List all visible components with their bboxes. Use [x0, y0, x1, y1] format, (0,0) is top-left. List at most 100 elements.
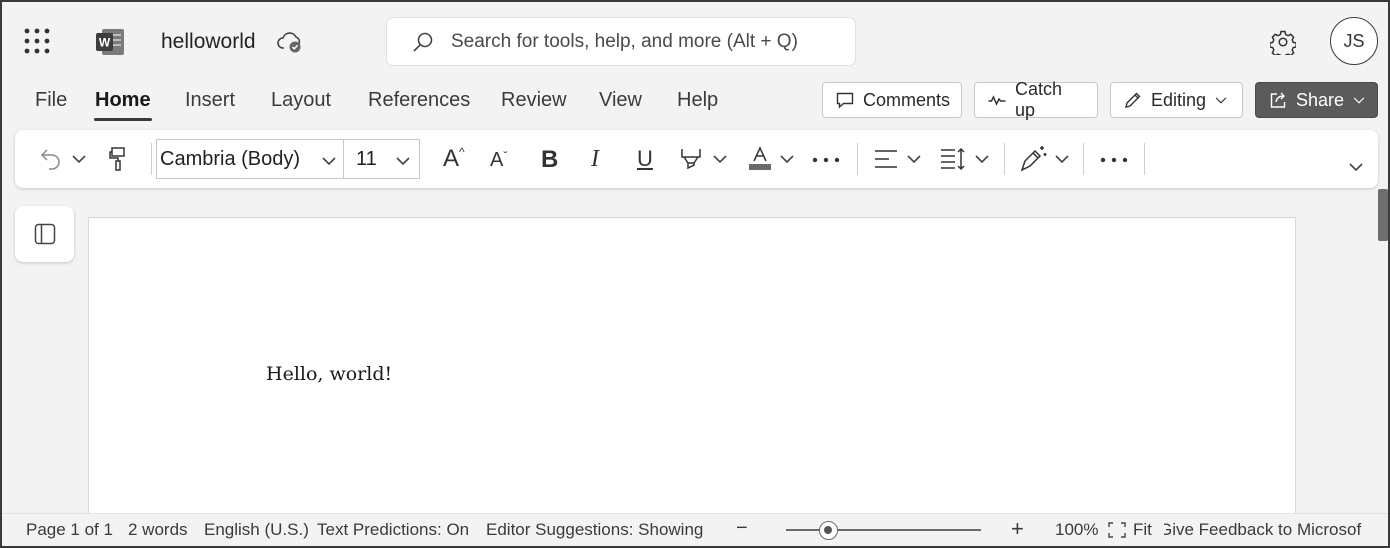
- tab-layout[interactable]: Layout: [271, 89, 331, 112]
- vertical-scrollbar-thumb[interactable]: [1378, 189, 1388, 241]
- align-left-icon: [875, 150, 897, 168]
- navigation-pane-icon: [34, 223, 55, 245]
- word-count[interactable]: 2 words: [128, 520, 188, 540]
- tab-view[interactable]: View: [599, 89, 642, 112]
- shrink-font-button[interactable]: Aˇ: [490, 149, 507, 172]
- chevron-down-icon: [1055, 155, 1069, 164]
- give-feedback-link[interactable]: Give Feedback to Microsof: [1164, 520, 1361, 540]
- settings-gear-icon[interactable]: [1270, 29, 1296, 55]
- chevron-down-icon: [780, 155, 794, 164]
- format-painter-button[interactable]: [107, 146, 129, 172]
- editor-suggestions-status[interactable]: Editor Suggestions: Showing: [486, 520, 703, 540]
- comment-icon: [836, 92, 854, 109]
- font-size-select[interactable]: 11: [343, 139, 420, 179]
- comments-label: Comments: [863, 89, 951, 110]
- zoom-in-button[interactable]: +: [1011, 516, 1024, 542]
- bold-button[interactable]: B: [541, 146, 558, 174]
- search-placeholder: Search for tools, help, and more (Alt + …: [451, 30, 798, 52]
- search-box[interactable]: Search for tools, help, and more (Alt + …: [387, 18, 855, 65]
- chevron-down-icon: [322, 157, 336, 166]
- font-color-button[interactable]: [748, 145, 772, 171]
- font-name-select[interactable]: Cambria (Body): [156, 139, 344, 179]
- chevron-down-icon: [907, 155, 921, 164]
- tab-help[interactable]: Help: [677, 89, 718, 112]
- undo-icon: [40, 149, 60, 170]
- undo-dropdown[interactable]: [71, 152, 87, 166]
- caret-down-icon: ˇ: [503, 149, 508, 163]
- share-label: Share: [1296, 89, 1345, 110]
- tab-file[interactable]: File: [35, 89, 67, 112]
- font-size-value: 11: [356, 147, 377, 170]
- align-button[interactable]: [873, 148, 899, 170]
- grow-font-label: A: [443, 145, 460, 172]
- chevron-down-icon: [713, 155, 727, 164]
- share-button[interactable]: Share: [1255, 82, 1378, 118]
- more-font-options-button[interactable]: [812, 157, 840, 163]
- caret-up-icon: ^: [459, 145, 465, 159]
- navigation-pane-button[interactable]: [15, 206, 74, 262]
- svg-text:W: W: [99, 36, 111, 50]
- line-spacing-dropdown[interactable]: [974, 152, 990, 166]
- fit-icon: [1108, 522, 1126, 538]
- chevron-down-icon: [72, 155, 86, 164]
- tab-references[interactable]: References: [368, 89, 470, 112]
- editing-label: Editing: [1151, 89, 1207, 110]
- app-launcher-icon[interactable]: [24, 28, 50, 54]
- shrink-font-label: A: [490, 149, 504, 171]
- highlight-button[interactable]: [679, 146, 703, 172]
- highlighter-icon: [681, 149, 701, 170]
- styles-button[interactable]: [1019, 144, 1049, 172]
- activity-icon: [988, 95, 1006, 106]
- document-page[interactable]: Hello, world!: [88, 217, 1296, 517]
- catch-up-label: Catch up: [1015, 79, 1063, 120]
- comments-button[interactable]: Comments: [822, 82, 962, 118]
- chevron-down-icon: [975, 155, 989, 164]
- zoom-slider-thumb[interactable]: [819, 521, 839, 540]
- status-bar: Page 1 of 1 2 words English (U.S.) Text …: [2, 513, 1388, 546]
- chevron-down-icon: [1349, 163, 1363, 172]
- tab-home[interactable]: Home: [95, 89, 151, 112]
- active-tab-indicator: [94, 118, 152, 121]
- user-avatar[interactable]: JS: [1330, 17, 1378, 65]
- page-count[interactable]: Page 1 of 1: [26, 520, 113, 540]
- underline-button[interactable]: U: [637, 146, 653, 172]
- undo-button[interactable]: [39, 147, 63, 171]
- search-icon: [411, 30, 435, 54]
- pencil-icon: [1125, 92, 1141, 108]
- share-icon: [1270, 92, 1286, 108]
- home-ribbon: Cambria (Body) 11 A^ Aˇ B I U: [15, 130, 1378, 188]
- highlight-dropdown[interactable]: [712, 152, 728, 166]
- chevron-down-icon: [1215, 97, 1227, 104]
- expand-ribbon-button[interactable]: [1348, 160, 1364, 174]
- magic-wand-icon: [1020, 146, 1047, 172]
- line-spacing-icon: [941, 147, 965, 171]
- font-color-icon: [749, 146, 771, 170]
- more-icon: [1100, 157, 1128, 163]
- zoom-level[interactable]: 100%: [1055, 520, 1098, 540]
- font-color-dropdown[interactable]: [779, 152, 795, 166]
- tab-insert[interactable]: Insert: [185, 89, 235, 112]
- text-predictions-status[interactable]: Text Predictions: On: [317, 520, 469, 540]
- document-body-text[interactable]: Hello, world!: [266, 363, 392, 385]
- language-indicator[interactable]: English (U.S.): [204, 520, 309, 540]
- font-name-value: Cambria (Body): [160, 147, 301, 170]
- italic-button[interactable]: I: [591, 146, 599, 173]
- tab-review[interactable]: Review: [501, 89, 567, 112]
- cloud-saved-icon[interactable]: [276, 28, 304, 56]
- document-title[interactable]: helloworld: [161, 30, 256, 54]
- chevron-down-icon: [396, 157, 410, 166]
- grow-font-button[interactable]: A^: [443, 145, 465, 173]
- chevron-down-icon: [1353, 97, 1365, 104]
- line-spacing-button[interactable]: [939, 146, 967, 172]
- styles-dropdown[interactable]: [1054, 152, 1070, 166]
- fit-button[interactable]: Fit: [1133, 520, 1152, 540]
- zoom-out-button[interactable]: −: [736, 517, 748, 540]
- editing-mode-button[interactable]: Editing: [1110, 82, 1243, 118]
- zoom-slider-track[interactable]: [786, 529, 981, 531]
- more-options-button[interactable]: [1100, 157, 1128, 163]
- word-logo-icon[interactable]: W: [94, 27, 126, 57]
- align-dropdown[interactable]: [906, 152, 922, 166]
- catch-up-button[interactable]: Catch up: [974, 79, 1098, 120]
- format-painter-icon: [109, 147, 125, 171]
- more-icon: [812, 157, 840, 163]
